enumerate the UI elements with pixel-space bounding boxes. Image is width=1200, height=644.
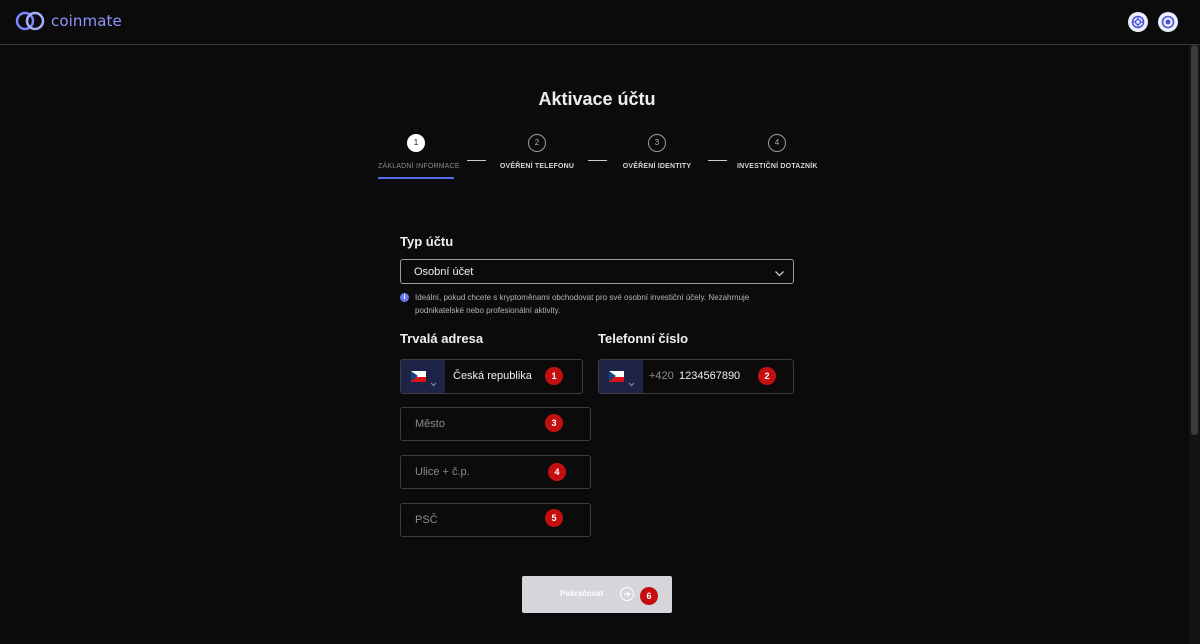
coinmate-logo[interactable]: coinmate: [15, 11, 122, 31]
phone-prefix: +420: [649, 370, 674, 382]
page-scrollbar[interactable]: [1189, 45, 1200, 644]
step-number: 3: [648, 134, 666, 152]
czech-flag-icon: [609, 371, 624, 382]
phone-label: Telefonní číslo: [598, 331, 689, 346]
chevron-down-icon: [774, 266, 785, 284]
step-label: OVĚŘENÍ TELEFONU: [499, 163, 575, 170]
page-title: Aktivace účtu: [538, 89, 656, 109]
annotation-marker: 2: [758, 367, 776, 385]
step-connector: [467, 160, 486, 161]
phone-value: 1234567890: [679, 370, 741, 382]
continue-button-label: Pokračovat: [560, 589, 604, 598]
info-icon: i: [400, 293, 409, 302]
step-label: INVESTIČNÍ DOTAZNÍK: [737, 163, 818, 170]
coinmate-logo-icon: [15, 11, 47, 31]
step-connector: [588, 160, 607, 161]
step-label: OVĚŘENÍ IDENTITY: [622, 163, 692, 170]
step-number: 4: [768, 134, 786, 152]
step-phone-verification[interactable]: 2 OVĚŘENÍ TELEFONU: [497, 134, 577, 170]
annotation-marker: 1: [545, 367, 563, 385]
step-label: ZÁKLADNÍ INFORMACE: [378, 163, 460, 170]
top-bar: coinmate: [0, 0, 1200, 45]
logo-text: coinmate: [51, 12, 122, 30]
step-investment-questionnaire[interactable]: 4 INVESTIČNÍ DOTAZNÍK: [737, 134, 817, 170]
annotation-marker: 4: [548, 463, 566, 481]
street-placeholder: Ulice + č.p.: [415, 466, 470, 478]
phone-country-button[interactable]: [599, 360, 643, 393]
settings-icon[interactable]: [1158, 12, 1178, 32]
active-step-indicator: [378, 177, 454, 179]
step-connector: [708, 160, 727, 161]
zip-placeholder: PSČ: [415, 514, 438, 526]
address-label: Trvalá adresa: [400, 331, 484, 346]
city-placeholder: Město: [415, 418, 445, 430]
account-type-label: Typ účtu: [400, 234, 454, 249]
step-identity-verification[interactable]: 3 OVĚŘENÍ IDENTITY: [619, 134, 695, 170]
arrow-right-circle-icon: [620, 587, 634, 601]
support-icon[interactable]: [1128, 12, 1148, 32]
czech-flag-icon: [411, 371, 426, 382]
chevron-down-icon: [430, 374, 437, 392]
country-flag-button[interactable]: [401, 360, 445, 393]
account-type-select[interactable]: Osobní účet: [400, 259, 794, 284]
chevron-down-icon: [628, 374, 635, 392]
step-basic-info[interactable]: 1 ZÁKLADNÍ INFORMACE: [378, 134, 460, 170]
annotation-marker: 3: [545, 414, 563, 432]
annotation-marker: 5: [545, 509, 563, 527]
step-number: 1: [407, 134, 425, 152]
annotation-marker: 6: [640, 587, 658, 605]
account-type-info-text: Ideální, pokud chcete s kryptoměnami obc…: [415, 293, 750, 315]
country-value: Česká republika: [453, 370, 532, 382]
account-type-value: Osobní účet: [414, 266, 474, 278]
step-number: 2: [528, 134, 546, 152]
